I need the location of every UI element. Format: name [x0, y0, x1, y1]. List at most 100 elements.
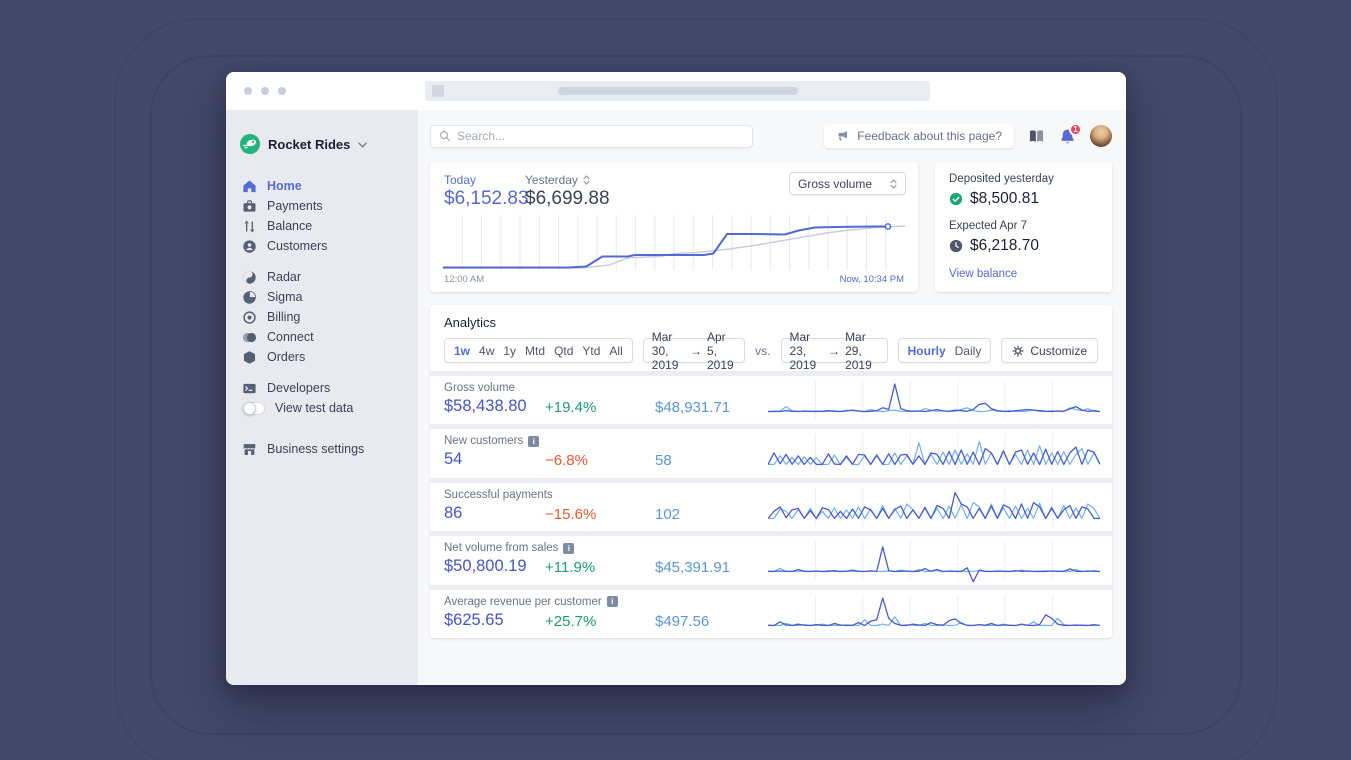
preset-1y[interactable]: 1y [503, 344, 516, 358]
metric-delta: +25.7% [545, 612, 597, 630]
address-bar[interactable] [425, 81, 930, 101]
browser-window: Rocket Rides Home Payments Balance Custo… [226, 72, 1126, 685]
sidebar-item-sigma[interactable]: Sigma [226, 287, 418, 307]
sidebar: Rocket Rides Home Payments Balance Custo… [226, 110, 418, 685]
preset-1w[interactable]: 1w [454, 344, 470, 358]
window-close-button[interactable] [244, 87, 252, 95]
preset-all[interactable]: All [609, 344, 622, 358]
axis-now-label: Now, 10:34 PM [839, 274, 904, 285]
metric-sparkline [768, 434, 1100, 473]
analytics-card: Analytics 1w 4w 1y Mtd Qtd Ytd All Mar 3… [430, 305, 1112, 638]
chevron-down-icon [358, 142, 368, 148]
sidebar-item-customers[interactable]: Customers [226, 236, 418, 256]
metric-previous-value: 58 [655, 452, 672, 470]
preset-ytd[interactable]: Ytd [582, 344, 600, 358]
topbar-actions: Feedback about this page? 1 [824, 122, 1112, 148]
metric-label: New customers [444, 435, 524, 448]
metric-select-value: Gross volume [798, 176, 873, 191]
window-minimize-button[interactable] [261, 87, 269, 95]
home-icon [242, 179, 257, 194]
sidebar-item-developers[interactable]: Developers [226, 378, 418, 398]
info-icon [606, 596, 618, 608]
expected-value: $6,218.70 [970, 237, 1039, 254]
granularity-daily[interactable]: Daily [955, 344, 982, 358]
metric-row-net-volume[interactable]: Net volume from sales $50,800.19 +11.9% … [430, 536, 1112, 585]
preset-mtd[interactable]: Mtd [525, 344, 545, 358]
today-value: $6,152.83 [444, 188, 529, 209]
sidebar-item-label: Customers [267, 239, 328, 253]
url-text-placeholder [558, 87, 798, 95]
metric-row-new-customers[interactable]: New customers 54 −6.8% 58 [430, 429, 1112, 478]
axis-start-label: 12:00 AM [444, 274, 485, 285]
customize-button[interactable]: Customize [1001, 338, 1098, 363]
metric-sparkline [768, 594, 1100, 633]
metric-label: Successful payments [444, 488, 553, 501]
test-mode-toggle[interactable] [242, 401, 265, 415]
vs-label: vs. [755, 343, 771, 358]
gear-icon [1012, 344, 1024, 357]
search-bar[interactable] [430, 124, 753, 148]
analytics-title: Analytics [444, 315, 497, 330]
view-balance-link[interactable]: View balance [949, 268, 1017, 280]
preset-qtd[interactable]: Qtd [554, 344, 573, 358]
yesterday-label[interactable]: Yesterday [525, 173, 590, 187]
sidebar-item-balance[interactable]: Balance [226, 216, 418, 236]
sidebar-item-billing[interactable]: Billing [226, 307, 418, 327]
sidebar-item-radar[interactable]: Radar [226, 267, 418, 287]
granularity-hourly[interactable]: Hourly [908, 344, 946, 358]
metric-row-successful-payments[interactable]: Successful payments 86 −15.6% 102 [430, 482, 1112, 532]
sidebar-item-label: Radar [267, 270, 302, 284]
docs-button[interactable] [1028, 128, 1045, 145]
metric-label: Net volume from sales [444, 542, 559, 555]
sidebar-item-label: Balance [267, 219, 313, 233]
today-label: Today [444, 173, 477, 187]
sidebar-item-view-test-data[interactable]: View test data [226, 398, 418, 418]
metric-previous-value: 102 [655, 505, 681, 523]
preset-4w[interactable]: 4w [479, 344, 494, 358]
search-icon [440, 131, 451, 142]
sidebar-item-business-settings[interactable]: Business settings [226, 439, 418, 459]
metric-previous-value: $45,391.91 [655, 559, 731, 577]
window-zoom-button[interactable] [278, 87, 286, 95]
metric-delta: −15.6% [545, 505, 597, 523]
sidebar-item-label: Payments [267, 199, 323, 213]
feedback-button[interactable]: Feedback about this page? [824, 124, 1014, 148]
search-input[interactable] [457, 129, 752, 143]
toggle-knob [243, 401, 256, 415]
sidebar-item-label: Business settings [267, 442, 365, 456]
sidebar-item-payments[interactable]: Payments [226, 196, 418, 216]
sidebar-item-home[interactable]: Home [226, 176, 418, 196]
connect-icon [242, 330, 257, 345]
sidebar-item-connect[interactable]: Connect [226, 327, 418, 347]
metric-rows: Gross volume $58,438.80 +19.4% $48,931.7… [430, 371, 1112, 638]
sidebar-item-label: Connect [267, 330, 314, 344]
metric-select[interactable]: Gross volume [789, 172, 906, 195]
payments-icon [242, 199, 257, 214]
metric-previous-value: $497.56 [655, 612, 710, 630]
notifications-button[interactable]: 1 [1059, 122, 1082, 145]
deposits-card: Deposited yesterday $8,500.81 Expected A… [935, 162, 1112, 292]
metric-row-average-revenue[interactable]: Average revenue per customer $625.65 +25… [430, 589, 1112, 638]
sidebar-item-label: Developers [267, 381, 331, 395]
favicon-placeholder-icon [432, 85, 444, 97]
notification-badge: 1 [1069, 122, 1082, 136]
updown-stepper-icon [890, 178, 897, 189]
metric-previous-value: $48,931.71 [655, 399, 731, 416]
analytics-controls: 1w 4w 1y Mtd Qtd Ytd All Mar 30, 2019 → … [444, 330, 1098, 372]
comparison-date-range[interactable]: Mar 23, 2019 → Mar 29, 2019 [780, 330, 888, 372]
date-preset-group: 1w 4w 1y Mtd Qtd Ytd All [444, 338, 633, 363]
docs-book-icon [1029, 129, 1044, 142]
yesterday-label-text: Yesterday [525, 173, 578, 187]
radar-icon [242, 270, 257, 285]
primary-date-range[interactable]: Mar 30, 2019 → Apr 5, 2019 [642, 330, 746, 372]
account-switcher[interactable]: Rocket Rides [240, 134, 418, 154]
user-avatar[interactable] [1090, 125, 1112, 147]
check-circle-icon [949, 192, 963, 206]
deposited-label: Deposited yesterday [949, 173, 1054, 185]
sidebar-item-orders[interactable]: Orders [226, 347, 418, 367]
expected-label: Expected Apr 7 [949, 220, 1027, 232]
metric-row-gross-volume[interactable]: Gross volume $58,438.80 +19.4% $48,931.7… [430, 376, 1112, 425]
topbar: Feedback about this page? 1 [430, 122, 1112, 148]
metric-delta: +19.4% [545, 399, 597, 416]
metric-delta: +11.9% [545, 559, 596, 577]
